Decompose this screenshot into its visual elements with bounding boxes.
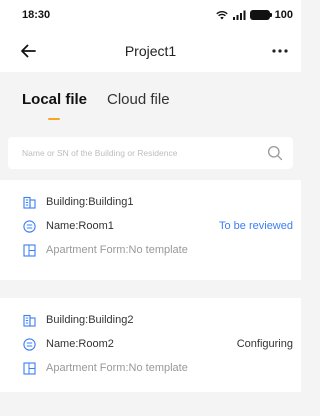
list-circle-icon [22,219,36,233]
name-row: Name:Room2 Configuring [0,334,301,354]
battery-level: 100 [274,9,293,21]
cellular-signal-icon [232,10,246,20]
room-name-label: Name:Room2 [46,338,114,350]
search-bar [8,137,293,169]
floorplan-icon [22,243,36,257]
tab-local-file[interactable]: Local file [22,91,87,108]
building-row: Building:Building2 [0,310,301,330]
navigation-bar: Project1 [0,30,301,72]
building-icon [22,313,36,327]
status-badge: Configuring [236,338,293,350]
status-bar: 18:30 100 [0,0,301,30]
apartment-form-label: Apartment Form:No template [46,244,188,256]
tab-cloud-file[interactable]: Cloud file [107,91,170,108]
page-title: Project1 [124,43,177,59]
residence-card[interactable]: Building:Building2 Name:Room2 Configurin… [0,298,301,392]
building-label: Building:Building1 [46,196,134,208]
apartment-form-row: Apartment Form:No template [0,358,301,378]
apartment-form-label: Apartment Form:No template [46,362,188,374]
building-row: Building:Building1 [0,192,301,212]
battery-icon [249,10,272,20]
file-source-tabs: Local file Cloud file [0,82,301,132]
search-icon[interactable] [267,145,283,161]
status-badge: To be reviewed [219,220,293,232]
building-label: Building:Building2 [46,314,134,326]
residence-card[interactable]: Building:Building1 Name:Room1 To be revi… [0,180,301,280]
building-icon [22,195,36,209]
search-input[interactable] [8,137,293,169]
status-time: 18:30 [22,9,51,21]
status-indicators: 100 [215,9,293,21]
list-circle-icon [22,337,36,351]
back-button[interactable] [18,41,38,61]
room-name-label: Name:Room1 [46,220,114,232]
apartment-form-row: Apartment Form:No template [0,240,301,260]
name-row: Name:Room1 To be reviewed [0,216,301,236]
more-icon [272,49,288,53]
active-tab-indicator [48,118,60,120]
wifi-icon [215,11,228,20]
more-options-button[interactable] [267,38,293,64]
arrow-left-icon [21,44,36,58]
floorplan-icon [22,361,36,375]
